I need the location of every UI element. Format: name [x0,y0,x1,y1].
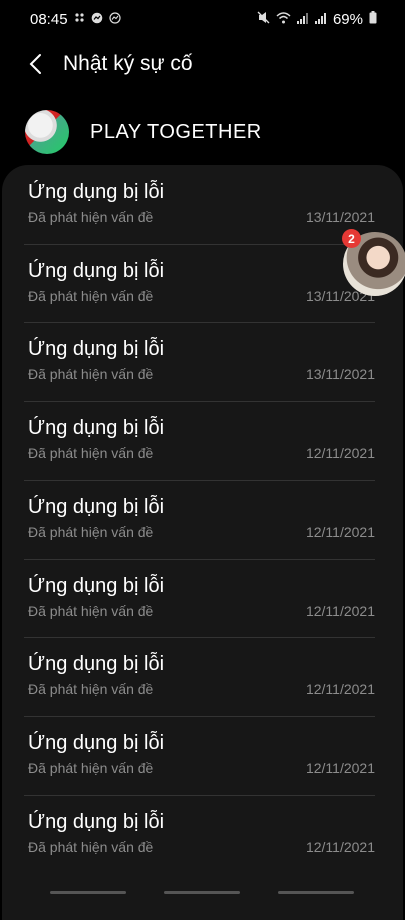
incident-subtitle: Đã phát hiện vấn đề [28,681,154,698]
incident-subtitle: Đã phát hiện vấn đề [28,838,154,855]
incident-title: Ứng dụng bị lỗi [28,417,165,440]
incident-date: 12/11/2021 [305,838,375,855]
incident-title: Ứng dụng bị lỗi [28,653,165,676]
list-item[interactable]: Ứng dụng bị lỗi Đã phát hiện vấn đề 12/11/… [28,795,375,873]
incident-title: Ứng dụng bị lỗi [28,259,165,282]
nav-handle[interactable] [164,891,240,894]
list-item[interactable]: Ứng dụng bị lỗi Đã phát hiện vấn đề 13/11/… [28,322,375,400]
incident-date: 12/11/2021 [305,445,375,462]
list-item[interactable]: Ứng dụng bị lỗi Đã phát hiện vấn đề 12/11/… [28,716,375,794]
incident-date: 13/11/2021 [305,366,375,383]
incident-title: Ứng dụng bị lỗi [28,338,165,361]
list-item[interactable]: Ứng dụng bị lỗi Đã phát hiện vấn đề 13/11/… [28,165,375,243]
nav-handle[interactable] [50,891,126,894]
dots-icon [74,12,85,26]
incident-date: 12/11/2021 [305,602,375,619]
signal-icon [314,12,327,27]
incident-subtitle: Đã phát hiện vấn đề [28,445,154,462]
nav-handle[interactable] [278,891,354,894]
app-name: PLAY TOGETHER [90,120,262,143]
incident-subtitle: Đã phát hiện vấn đề [28,523,154,540]
app-icon [25,110,69,154]
incident-date: 12/11/2021 [305,759,375,776]
status-time: 08:45 [30,10,68,28]
list-item[interactable]: Ứng dụng bị lỗi Đã phát hiện vấn đề 12/11/… [28,480,375,558]
incident-subtitle: Đã phát hiện vấn đề [28,209,154,225]
list-item[interactable]: Ứng dụng bị lỗi Đã phát hiện vấn đề 12/11/… [28,401,375,479]
incident-subtitle: Đã phát hiện vấn đề [28,602,154,619]
incident-subtitle: Đã phát hiện vấn đề [28,287,154,304]
list-item[interactable]: Ứng dụng bị lỗi Đã phát hiện vấn đề 12/11/… [28,637,375,715]
incident-subtitle: Đã phát hiện vấn đề [28,366,154,383]
incident-title: Ứng dụng bị lỗi [28,574,165,597]
incident-subtitle: Đã phát hiện vấn đề [28,759,154,776]
status-left: 08:45 [30,11,121,28]
signal-icon [296,12,309,27]
back-button[interactable] [5,42,65,86]
incident-date: 13/11/2021 [305,209,375,225]
battery-icon [369,11,377,27]
page-title: Nhật ký sự cố [63,52,193,75]
incident-date: 12/11/2021 [305,681,375,698]
app-header: PLAY TOGETHER [25,110,405,154]
incident-title: Ứng dụng bị lỗi [28,181,165,203]
messenger-icon [91,12,103,27]
mute-icon [257,11,270,27]
app-bar: Nhật ký sự cố [0,42,405,86]
notification-badge: 2 [342,229,361,248]
incident-title: Ứng dụng bị lỗi [28,731,165,754]
status-right: 69% [257,11,377,28]
wifi-icon [276,11,291,27]
battery-percent: 69% [332,10,363,28]
chevron-left-icon [29,54,41,74]
messenger-icon [108,11,121,27]
chat-head[interactable]: 2 [342,229,405,300]
navigation-bar [0,882,405,900]
incident-title: Ứng dụng bị lỗi [28,810,165,833]
incident-title: Ứng dụng bị lỗi [28,495,165,518]
incident-date: 12/11/2021 [305,523,375,540]
status-bar: 08:45 69% [0,0,405,38]
list-item[interactable]: Ứng dụng bị lỗi Đã phát hiện vấn đề 12/11/… [28,559,375,637]
list-item[interactable]: Ứng dụng bị lỗi Đã phát hiện vấn đề 13/11/… [28,244,375,322]
